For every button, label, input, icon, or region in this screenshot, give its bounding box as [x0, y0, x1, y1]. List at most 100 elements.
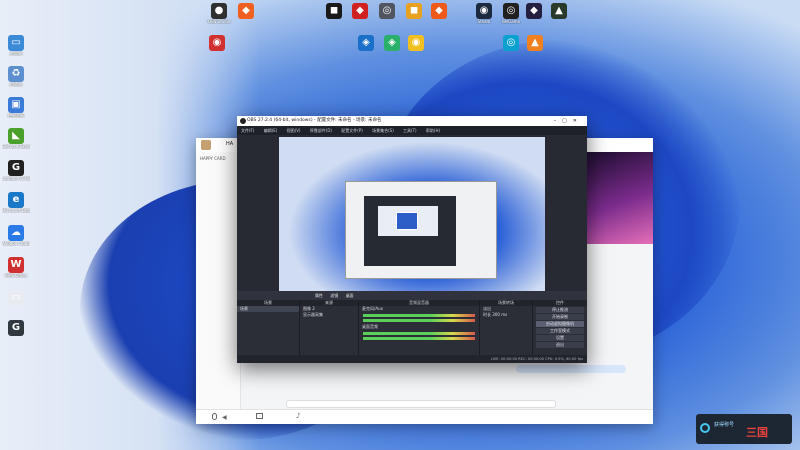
mixer-meter [363, 314, 475, 317]
display-select[interactable]: 桌面 [346, 293, 354, 298]
desktop-icon[interactable]: ◆ [346, 3, 374, 19]
app-icon: ◆ [352, 3, 368, 19]
menu-item[interactable]: 文件(F) [241, 126, 254, 135]
duration-value[interactable]: 300 ms [492, 312, 507, 317]
desktop-icon[interactable]: ☁ Alibaba Cloud [2, 225, 30, 246]
app-icon: ▭ [8, 290, 24, 306]
audio-mixer-panel: 音频混音器 麦克风/Aux 桌面音频 [359, 300, 480, 361]
obs-title-bar[interactable]: OBS 27.2.4 (64-bit, windows) - 配置文件: 未命名… [237, 116, 587, 126]
app-icon: ▲ [527, 35, 543, 51]
settings-button[interactable]: 设置 [536, 335, 584, 341]
screen-share-icon[interactable] [256, 413, 263, 419]
chat-message-bubble [516, 365, 626, 373]
source-item[interactable]: 显示器采集 [300, 312, 358, 318]
maximize-icon[interactable]: ▢ [562, 118, 573, 124]
notification-title: 获得称号 [714, 422, 735, 428]
desktop-icon[interactable]: ◼ [400, 3, 428, 19]
duration-label: 时长 [483, 312, 491, 317]
mixer-meter [363, 337, 475, 340]
menu-item[interactable]: 场景集合(S) [372, 126, 394, 135]
chat-contact-list: HAPPY CARD [200, 156, 238, 191]
studio-mode-button[interactable]: 工作室模式 [536, 328, 584, 334]
properties-button[interactable]: 属性 [315, 293, 323, 298]
app-icon: ◎ [503, 35, 519, 51]
desktop-icon[interactable]: G [2, 320, 30, 336]
desktop-icon[interactable]: ◈ [352, 35, 380, 51]
desktop-icon[interactable]: e Microsoft Edge [2, 192, 30, 213]
game-logo: 三国 [746, 426, 768, 439]
menu-item[interactable]: 视图(V) [287, 126, 301, 135]
app-icon: ◉ [408, 35, 424, 51]
desktop-icon[interactable]: ▲ [545, 3, 573, 19]
list-item[interactable] [200, 163, 238, 170]
menu-item[interactable]: 停靠部件(D) [310, 126, 332, 135]
window-controls[interactable]: –▢✕ [554, 116, 583, 126]
list-item[interactable]: HAPPY CARD [200, 156, 238, 163]
virtual-camera-button[interactable]: 启动虚拟摄像机 [536, 321, 584, 327]
desktop-icon[interactable]: ◆ [425, 3, 453, 19]
list-item[interactable] [200, 184, 238, 191]
desktop-icon[interactable]: ◆ [520, 3, 548, 19]
desktop-icon[interactable]: ◉ Steam [470, 3, 498, 24]
desktop-icon-label: WeGame [501, 19, 521, 24]
exit-button[interactable]: 退出 [536, 342, 584, 348]
chat-media-preview[interactable] [582, 152, 653, 244]
music-icon[interactable]: ♪ [296, 412, 300, 420]
chat-title: HA [226, 141, 234, 147]
desktop-icon[interactable]: GLogitech G HUB [2, 160, 30, 181]
desktop-icon[interactable]: ▭ 此电脑 [2, 35, 30, 56]
desktop-icon[interactable]: ◉ [402, 35, 430, 51]
preview-nested-obs [364, 196, 456, 266]
obs-docks: 场景 场景 来源 图像 2 显示器采集 音频混音器 麦克风/Aux 桌面音频 场… [237, 300, 587, 361]
close-icon[interactable]: ✕ [573, 118, 583, 124]
menu-item[interactable]: 配置文件(P) [341, 126, 363, 135]
desktop-icon-label: Logitech G HUB [2, 176, 30, 181]
app-icon: ◣ [8, 128, 24, 144]
start-recording-button[interactable]: 开始录制 [536, 314, 584, 320]
desktop-icon[interactable]: ◣GeForce Experience [2, 128, 30, 149]
desktop-icon[interactable]: ▣ 控制面板 [2, 97, 30, 118]
app-icon: ♻ [8, 66, 24, 82]
app-icon: ◉ [476, 3, 492, 19]
obs-preview[interactable] [279, 137, 545, 297]
menu-item[interactable]: 编辑(E) [264, 126, 278, 135]
filters-button[interactable]: 滤镜 [330, 293, 338, 298]
notification-icon [700, 423, 710, 433]
desktop-icon[interactable]: ◉ [203, 35, 231, 51]
desktop-icon-label: Microsoft Edge [2, 208, 30, 213]
desktop-icon[interactable]: ● OBS Studio [205, 3, 233, 24]
obs-source-toolbar: 属性 滤镜 桌面 [237, 291, 587, 300]
obs-window-title: OBS 27.2.4 (64-bit, windows) - 配置文件: 未命名… [247, 118, 382, 123]
desktop-icon-label: GeForce Experience [2, 144, 30, 149]
desktop-icon[interactable]: ♻ 回收站 [2, 66, 30, 87]
preview-nested-window [345, 181, 497, 279]
app-icon: ☁ [8, 225, 24, 241]
obs-window[interactable]: OBS 27.2.4 (64-bit, windows) - 配置文件: 未命名… [237, 116, 587, 363]
volume-icon[interactable]: ◀ [222, 414, 227, 421]
mic-icon[interactable] [212, 413, 217, 420]
desktop-icon[interactable]: ▭ [2, 290, 30, 306]
desktop-icon[interactable]: ◎ [373, 3, 401, 19]
app-icon: ◆ [526, 3, 542, 19]
desktop-icon[interactable]: ▲ [521, 35, 549, 51]
menu-item[interactable]: 帮助(H) [426, 126, 440, 135]
stop-streaming-button[interactable]: 停止推流 [536, 307, 584, 313]
menu-item[interactable]: 工具(T) [403, 126, 417, 135]
achievement-notification[interactable]: 获得称号 三国 [696, 414, 792, 444]
app-icon: ▲ [551, 3, 567, 19]
list-item[interactable] [200, 170, 238, 177]
transition-duration[interactable]: 时长 300 ms [480, 312, 532, 318]
desktop-icon[interactable]: W WPS Office [2, 257, 30, 278]
desktop-icon[interactable]: ◆ [232, 3, 260, 19]
chat-toolbar: ◀ ♪ [196, 409, 653, 424]
preview-desktop-capture [279, 137, 545, 297]
mixer-channel-label: 桌面音频 [362, 324, 378, 329]
minimize-icon[interactable]: – [554, 118, 563, 124]
desktop-icon-label: 回收站 [10, 82, 22, 87]
desktop-icon[interactable]: ◼ [320, 3, 348, 19]
scene-item[interactable]: 场景 [237, 306, 299, 312]
app-icon: G [8, 160, 24, 176]
mixer-meter [363, 332, 475, 335]
list-item[interactable] [200, 177, 238, 184]
chat-input[interactable] [286, 400, 556, 408]
